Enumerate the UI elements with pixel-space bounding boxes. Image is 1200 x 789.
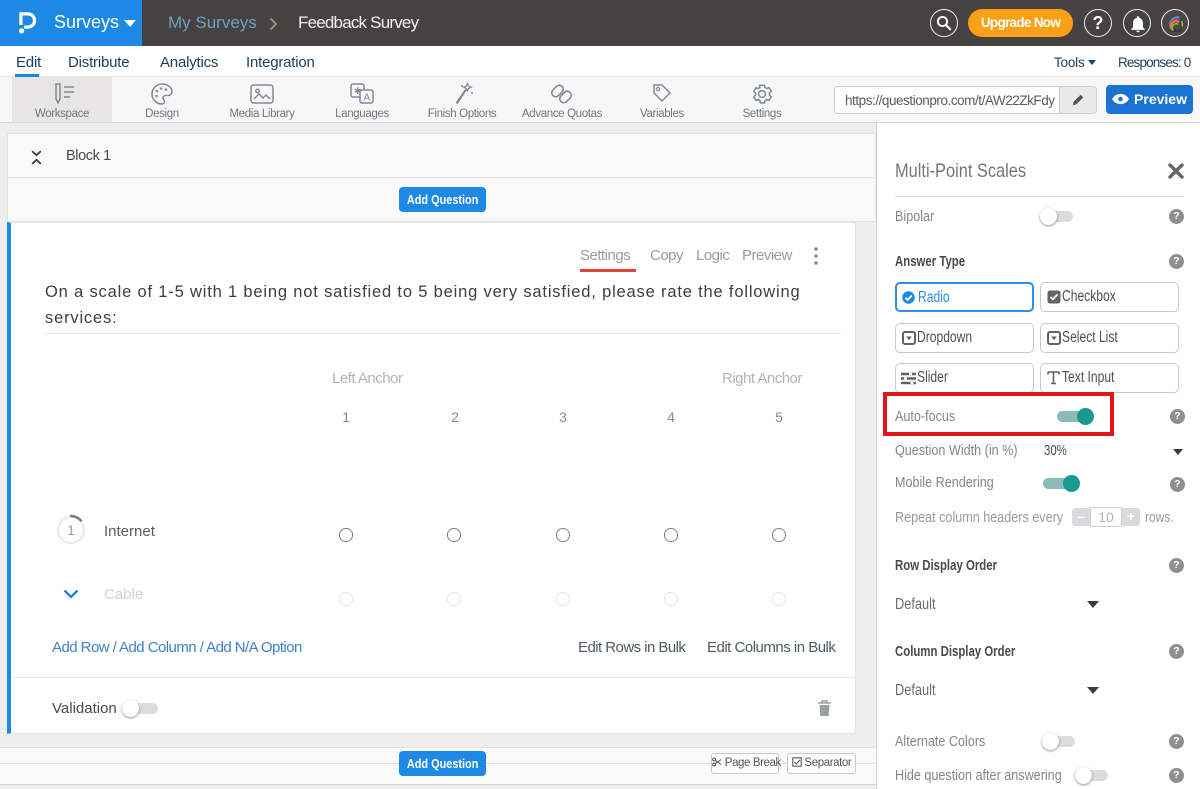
svg-text:A: A bbox=[364, 93, 371, 104]
